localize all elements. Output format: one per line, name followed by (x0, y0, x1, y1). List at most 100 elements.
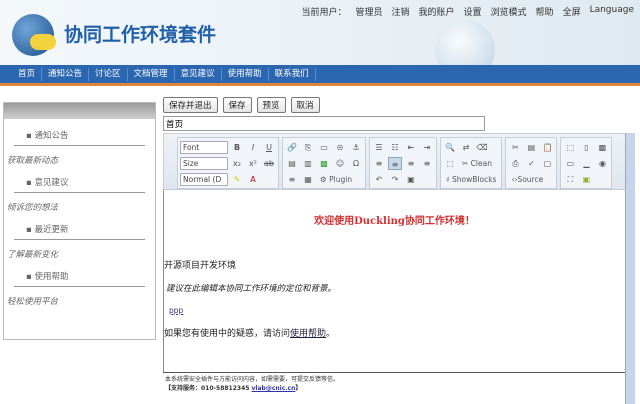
subscript-icon[interactable]: x₂ (230, 157, 244, 170)
page-title-input[interactable] (163, 116, 485, 131)
redo-icon[interactable]: ↷ (388, 173, 402, 186)
cancel-button[interactable]: 取消 (290, 97, 320, 113)
italic-icon[interactable]: I (246, 141, 260, 154)
top-links: 当前用户： 管理员 注销 我的账户 设置 浏览模式 帮助 全屏 Language (301, 5, 634, 18)
font-select[interactable]: Font (180, 140, 228, 154)
ordered-list-icon[interactable]: ☰ (372, 141, 386, 154)
save-exit-button[interactable]: 保存并退出 (163, 97, 218, 113)
main-nav: 首页 通知公告 讨论区 文档管理 意见建议 使用帮助 联系我们 (0, 65, 640, 86)
preview-icon[interactable]: ▢ (540, 157, 554, 170)
unlink-icon[interactable]: ⊝ (333, 141, 347, 154)
special-char-icon[interactable]: Ω (349, 157, 363, 170)
my-account-link[interactable]: 我的账户 (419, 5, 455, 18)
align-right-icon[interactable]: ≡ (404, 157, 418, 170)
image-icon[interactable]: ▩ (317, 157, 331, 170)
chart-icon[interactable]: ▥ (301, 157, 315, 170)
scrollbar[interactable] (625, 133, 635, 404)
sidebar-item-notices[interactable]: ▪ 通知公告 (14, 129, 145, 146)
spellcheck-icon[interactable]: ✓ (524, 157, 538, 170)
sidebar-item-recent[interactable]: ▪ 最近更新 (14, 223, 145, 240)
horizontal-rule-icon[interactable]: ≡ (285, 173, 299, 186)
paragraph: 开源项目开发环境 (164, 261, 237, 271)
align-center-icon[interactable]: ≡ (388, 156, 402, 170)
div-icon[interactable]: ⬚ (563, 141, 577, 154)
editor-content[interactable]: 欢迎使用Duckling协同工作环境！ 开源项目开发环境 建议在此编辑本协同工作… (163, 190, 625, 372)
underline-icon[interactable]: U (262, 141, 276, 154)
showblocks-button[interactable]: ♯ ShowBlocks (443, 173, 499, 186)
cut-icon[interactable]: ✂ (508, 141, 522, 154)
footer-notice: 本系统需安全插件与方能访问内容，如需需要，可提交反馈等信。 (165, 376, 340, 383)
paste-icon[interactable]: ▭ (317, 141, 331, 154)
link-icon[interactable]: 🔗 (285, 141, 299, 154)
save-button[interactable]: 保存 (222, 97, 252, 113)
help-link[interactable]: 帮助 (536, 5, 554, 18)
nav-notices[interactable]: 通知公告 (42, 67, 90, 81)
flash-icon[interactable]: ▩ (595, 141, 609, 154)
template-icon[interactable]: ▤ (524, 141, 538, 154)
textfield-icon[interactable]: ▭ (563, 157, 577, 170)
radio-icon[interactable]: ◉ (595, 157, 609, 170)
format-select[interactable]: Normal (D (180, 172, 228, 186)
support-email-link[interactable]: vlab@cnic.cn (252, 385, 296, 392)
about-icon[interactable]: ▣ (579, 173, 593, 186)
language-link[interactable]: Language (590, 5, 634, 18)
settings-link[interactable]: 设置 (464, 5, 482, 18)
header: 协同工作环境套件 当前用户： 管理员 注销 我的账户 设置 浏览模式 帮助 全屏… (0, 0, 640, 80)
paste-word-icon[interactable]: 📋 (540, 141, 554, 154)
table-icon[interactable]: ▤ (285, 157, 299, 170)
anchor-icon[interactable]: ⚓ (349, 141, 363, 154)
nav-home[interactable]: 首页 (12, 67, 43, 81)
form-icon[interactable]: ▣ (404, 173, 418, 186)
strikethrough-icon[interactable]: ab (262, 157, 276, 170)
iframe-icon[interactable]: ▯ (579, 141, 593, 154)
help-paragraph: 如果您有使用中的疑惑，请访问使用帮助。 (164, 329, 336, 339)
superscript-icon[interactable]: x² (246, 157, 260, 170)
logout-link[interactable]: 注销 (391, 5, 409, 18)
nav-forum[interactable]: 讨论区 (89, 67, 128, 81)
bold-icon[interactable]: B (230, 141, 244, 154)
find-icon[interactable]: 🔍 (443, 141, 457, 154)
nav-contact[interactable]: 联系我们 (269, 67, 316, 81)
sidebar-item-help[interactable]: ▪ 使用帮助 (14, 270, 145, 287)
copy-icon[interactable]: ⎘ (301, 141, 315, 154)
eraser-icon[interactable]: ⌫ (475, 141, 489, 154)
editor-toolbar: Font B I U Size x₂ x² ab Normal (D ✎ A 🔗 ⎘ ▭ ⊝ ⚓ ▤ ▥ ▩… (163, 133, 627, 190)
sidebar: ▪ 通知公告 获取最新动态 ▪ 意见建议 倾诉您的想法 ▪ 最近更新 了解最新变… (3, 102, 156, 340)
browse-mode-link[interactable]: 浏览模式 (491, 5, 527, 18)
pagebreak-icon[interactable]: ▦ (301, 173, 315, 186)
outdent-icon[interactable]: ⇤ (404, 141, 418, 154)
editor-actions: 保存并退出 保存 预览 取消 (163, 97, 320, 113)
size-select[interactable]: Size (180, 156, 228, 170)
help-link-inline[interactable]: 使用帮助 (290, 329, 326, 339)
nav-documents[interactable]: 文档管理 (128, 67, 175, 81)
ppp-link[interactable]: ppp (169, 306, 183, 315)
bullet-list-icon[interactable]: ☷ (388, 141, 402, 154)
text-color-icon[interactable]: A (246, 173, 260, 186)
nav-feedback[interactable]: 意见建议 (175, 67, 222, 81)
current-user-label: 当前用户： (301, 8, 347, 18)
replace-icon[interactable]: ⇄ (459, 141, 473, 154)
sidebar-item-feedback[interactable]: ▪ 意见建议 (14, 176, 145, 193)
align-left-icon[interactable]: ≡ (372, 157, 386, 170)
indent-icon[interactable]: ⇥ (420, 141, 434, 154)
sidebar-tagline: 轻松使用平台 (7, 297, 59, 307)
print-icon[interactable]: ⎙ (508, 157, 522, 170)
app-title: 协同工作环境套件 (64, 24, 217, 46)
sidebar-tagline: 倾诉您的想法 (7, 203, 59, 213)
highlight-color-icon[interactable]: ✎ (230, 173, 244, 186)
undo-icon[interactable]: ↶ (372, 173, 386, 186)
fullscreen-link[interactable]: 全屏 (563, 5, 581, 18)
sidebar-tagline: 获取最新动态 (7, 156, 59, 166)
plugin-button[interactable]: ⚙ Plugin (317, 173, 355, 186)
source-button[interactable]: ‹›Source (508, 173, 546, 186)
button-icon[interactable]: ▁ (579, 157, 593, 170)
page-footer: 本系统需安全插件与方能访问内容，如需需要，可提交反馈等信。 【支持服务：010-… (163, 372, 625, 393)
user-name-link[interactable]: 管理员 (355, 5, 382, 18)
maximize-icon[interactable]: ⛶ (563, 173, 577, 186)
preview-button[interactable]: 预览 (256, 97, 286, 113)
justify-icon[interactable]: ≡ (420, 157, 434, 170)
select-all-icon[interactable]: ⬚ (443, 157, 457, 170)
smiley-icon[interactable]: ☺ (333, 157, 347, 170)
nav-help[interactable]: 使用帮助 (222, 67, 269, 81)
clean-button[interactable]: ✂ Clean (459, 157, 495, 170)
